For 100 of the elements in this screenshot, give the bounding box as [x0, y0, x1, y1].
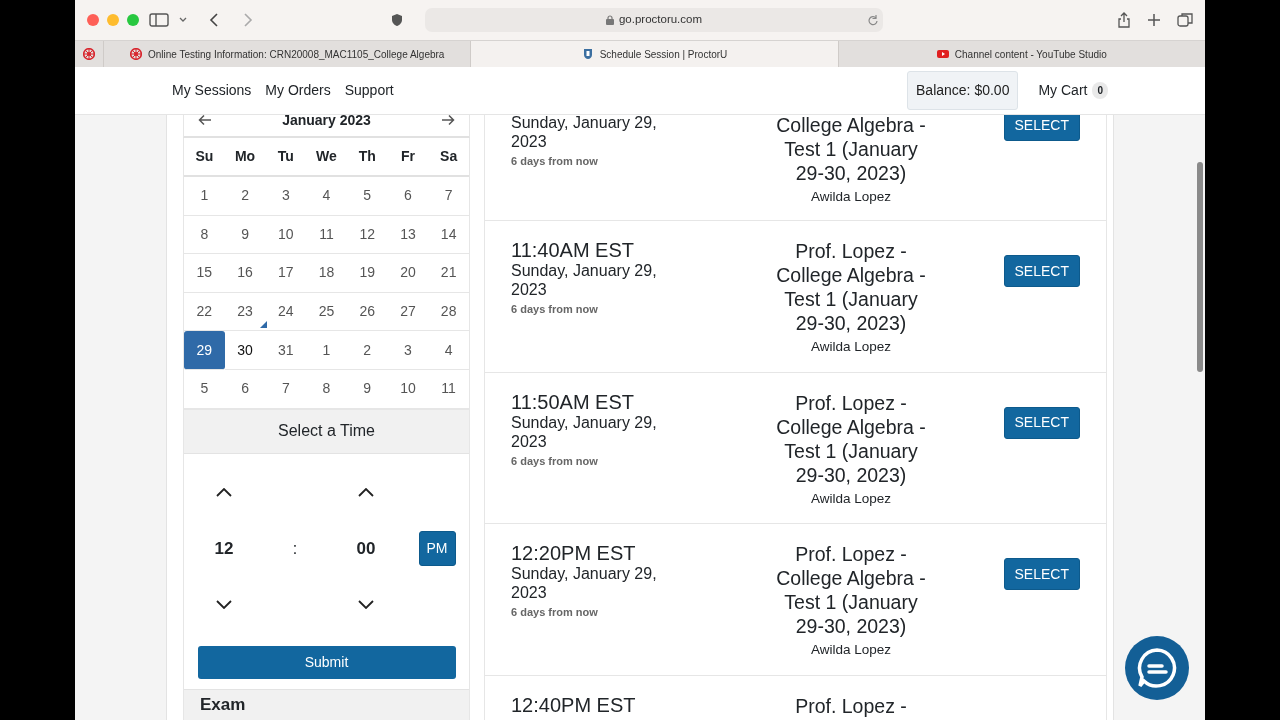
calendar-month: January 2023	[282, 115, 371, 130]
calendar-day[interactable]: 9	[346, 369, 388, 409]
calendar-day[interactable]: 29	[184, 331, 225, 370]
exam-title: College Algebra - Test 1 (January 29-30, 2023)	[775, 115, 927, 185]
time-picker-title: Select a Time	[184, 409, 469, 454]
calendar-day[interactable]: 13	[387, 215, 429, 255]
address-bar[interactable]: go.proctoru.com	[425, 8, 883, 32]
starburst-icon	[129, 48, 142, 60]
calendar-day[interactable]: 2	[346, 331, 388, 370]
arrow-right-icon[interactable]	[441, 115, 455, 126]
arrow-left-icon[interactable]	[198, 115, 212, 126]
time-separator: :	[292, 538, 298, 559]
calendar-day[interactable]: 17	[265, 254, 307, 293]
sidebar-icon[interactable]	[149, 12, 169, 28]
nav-link[interactable]: My Orders	[265, 80, 331, 101]
forward-icon	[243, 13, 253, 27]
balance-display: Balance: $0.00	[907, 71, 1019, 110]
submit-button[interactable]: Submit	[197, 645, 456, 679]
calendar-day[interactable]: 19	[346, 254, 388, 293]
calendar-day[interactable]: 6	[224, 369, 266, 409]
calendar-day[interactable]: 4	[428, 331, 469, 370]
chevron-up-icon[interactable]	[358, 488, 374, 498]
calendar-day[interactable]: 20	[387, 254, 429, 293]
relative-time: 6 days from now	[511, 154, 599, 169]
shield-icon	[391, 13, 403, 27]
calendar-day[interactable]: 11	[428, 369, 469, 409]
window-control-button[interactable]	[87, 14, 99, 26]
calendar-day[interactable]: 26	[346, 292, 388, 332]
calendar-day[interactable]: 7	[265, 369, 307, 409]
select-button[interactable]: SELECT	[1003, 558, 1080, 590]
nav-link[interactable]: My Sessions	[172, 80, 252, 101]
hour-value: 12	[214, 537, 234, 560]
calendar-day[interactable]: 30	[224, 331, 266, 370]
cart-count: 0	[1092, 82, 1108, 99]
calendar-day[interactable]: 31	[265, 331, 307, 370]
exam-title: Prof. Lopez - College Algebra - Test 1 (January 29-30, 2023)	[775, 542, 927, 638]
calendar-day[interactable]: 10	[387, 369, 429, 409]
calendar-day[interactable]: 18	[306, 254, 347, 293]
share-icon[interactable]	[1117, 12, 1131, 28]
chevron-up-icon[interactable]	[216, 488, 232, 498]
scrollbar-thumb[interactable]	[1197, 162, 1203, 372]
exam-title: Prof. Lopez - College Algebra - Test 1 (January 29-30, 2023)	[775, 239, 927, 335]
section-heading: Exam	[184, 688, 469, 720]
relative-time: 6 days from now	[511, 453, 599, 469]
exam-title: Prof. Lopez - College Algebra - Test 1 (January 29-30, 2023)	[775, 390, 927, 487]
calendar-day[interactable]: 10	[265, 215, 307, 255]
reload-icon[interactable]	[867, 14, 878, 26]
calendar-day[interactable]: 3	[387, 331, 429, 370]
calendar-day[interactable]: 11	[306, 215, 347, 255]
session-time: 12:40PM EST	[511, 693, 637, 716]
calendar-day[interactable]: 5	[346, 177, 388, 216]
calendar-day[interactable]: 5	[184, 369, 225, 409]
calendar-day[interactable]: 27	[387, 292, 429, 332]
period-toggle-button[interactable]: PM	[418, 531, 456, 567]
starburst-icon[interactable]	[83, 48, 95, 60]
cart-label[interactable]: My Cart	[1038, 80, 1088, 101]
back-icon[interactable]	[209, 13, 219, 27]
calendar-day[interactable]: 8	[306, 369, 347, 409]
select-button[interactable]: SELECT	[1003, 255, 1080, 287]
calendar-day[interactable]: 15	[184, 254, 225, 293]
exam-title: Prof. Lopez -	[794, 693, 908, 718]
calendar-day[interactable]: 28	[428, 292, 469, 332]
weekday-label: Su	[184, 138, 225, 177]
calendar-day[interactable]: 8	[184, 215, 225, 255]
minute-value: 00	[356, 537, 376, 560]
calendar-day[interactable]: 25	[306, 292, 347, 332]
relative-time: 6 days from now	[511, 605, 599, 620]
calendar-day[interactable]: 16	[224, 254, 266, 293]
session-date: Sunday, January 29, 2023	[511, 564, 658, 602]
tabs-icon[interactable]	[1177, 12, 1193, 28]
shield-icon	[581, 48, 594, 60]
calendar-day[interactable]: 4	[306, 177, 347, 216]
calendar-day[interactable]: 12	[346, 215, 388, 255]
session-time: 11:50AM EST	[511, 390, 636, 413]
calendar-day[interactable]: 3	[265, 177, 307, 216]
calendar-day[interactable]: 23	[224, 292, 266, 332]
browser-tab[interactable]: Schedule Session | ProctorU	[470, 41, 838, 67]
session-date: Sunday, January 29, 2023	[511, 261, 658, 299]
calendar-day[interactable]: 1	[184, 177, 225, 216]
calendar-day[interactable]: 14	[428, 215, 469, 255]
weekday-label: Th	[346, 138, 388, 177]
instructor-name: Awilda Lopez	[809, 641, 893, 659]
plus-icon[interactable]	[1147, 13, 1161, 27]
lock-icon	[605, 15, 614, 25]
calendar-day[interactable]: 24	[265, 292, 307, 332]
calendar-day[interactable]: 7	[428, 177, 469, 216]
chevron-down-icon[interactable]	[216, 600, 232, 610]
weekday-label: We	[306, 138, 347, 177]
instructor-name: Awilda Lopez	[809, 188, 893, 206]
calendar-day[interactable]: 2	[224, 177, 266, 216]
nav-link[interactable]: Support	[344, 80, 394, 101]
select-button[interactable]: SELECT	[1003, 406, 1080, 439]
chevron-down-icon[interactable]	[358, 600, 374, 610]
calendar-day[interactable]: 9	[224, 215, 266, 255]
calendar-day[interactable]: 21	[428, 254, 469, 293]
select-button[interactable]: SELECT	[1003, 115, 1080, 141]
calendar-day[interactable]: 6	[387, 177, 429, 216]
session-time: 11:40AM EST	[511, 239, 636, 261]
chat-icon	[1136, 647, 1178, 689]
calendar-day[interactable]: 1	[306, 331, 347, 370]
